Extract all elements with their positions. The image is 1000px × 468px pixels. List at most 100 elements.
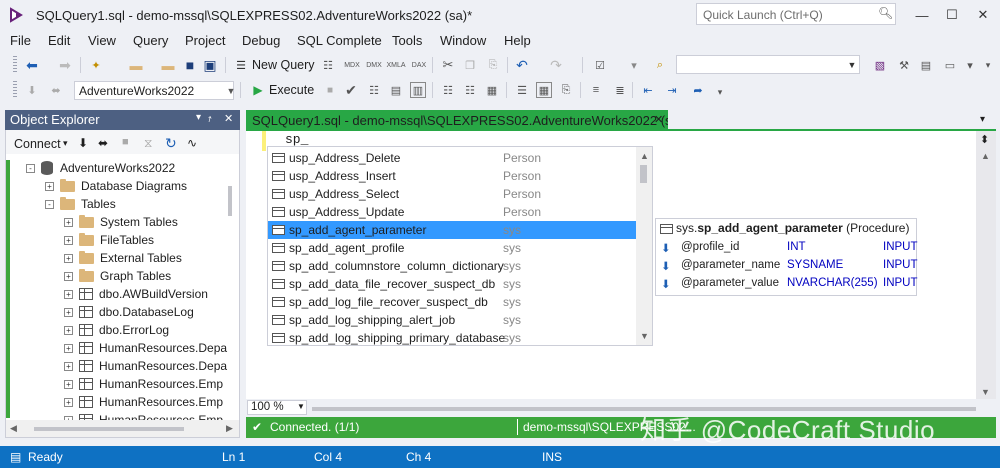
completion-item[interactable]: sp_add_columnstore_column_dictionary sys bbox=[268, 257, 636, 275]
tree-item[interactable]: + dbo.AWBuildVersion bbox=[64, 285, 208, 303]
completion-item-selected[interactable]: sp_add_agent_parameter sys bbox=[268, 221, 636, 239]
scroll-up-icon[interactable]: ▲ bbox=[640, 151, 649, 161]
tree-item[interactable]: + External Tables bbox=[64, 249, 182, 267]
stop-icon[interactable]: ■ bbox=[322, 82, 338, 98]
uncomment-icon[interactable]: ≣ bbox=[612, 82, 628, 98]
query-icon[interactable]: ☷ bbox=[320, 57, 336, 73]
collapse-icon[interactable]: - bbox=[45, 199, 54, 209]
comment-icon[interactable]: ≡ bbox=[588, 82, 604, 98]
scroll-left-icon[interactable]: ◀ bbox=[10, 423, 17, 434]
tree-item[interactable]: + HumanResources.Depa bbox=[64, 357, 227, 375]
completion-item[interactable]: usp_Address_Select Person bbox=[268, 185, 636, 203]
results-to-text-icon[interactable]: ☰ bbox=[514, 82, 530, 98]
maximize-button[interactable]: ☐ bbox=[935, 0, 969, 30]
tree-item[interactable]: + HumanResources.Depa bbox=[64, 339, 227, 357]
toolbar-grip[interactable] bbox=[13, 81, 17, 99]
menu-window[interactable]: Window bbox=[440, 33, 486, 48]
disconnect-icon[interactable]: ⬌ bbox=[98, 136, 108, 150]
scroll-right-icon[interactable]: ▶ bbox=[226, 423, 233, 434]
tree-item[interactable]: - AdventureWorks2022 bbox=[26, 159, 175, 177]
expand-icon[interactable]: + bbox=[64, 361, 73, 371]
scroll-thumb[interactable] bbox=[640, 165, 647, 183]
scroll-down-icon[interactable]: ▼ bbox=[640, 331, 649, 341]
editor-vertical-scrollbar[interactable]: ⬍ ▲ ▼ bbox=[976, 131, 996, 399]
decrease-indent-icon[interactable]: ⇤ bbox=[640, 82, 656, 98]
copy-icon[interactable]: ❐ bbox=[462, 57, 478, 73]
estimated-plan-icon[interactable]: ☷ bbox=[366, 82, 382, 98]
tree-item[interactable]: - Tables bbox=[45, 195, 116, 213]
pin-icon[interactable]: ⭎ bbox=[208, 112, 212, 125]
chevron-down-icon[interactable]: ▾ bbox=[196, 112, 201, 123]
execute-icon[interactable]: ▶ bbox=[250, 82, 266, 98]
completion-item[interactable]: sp_add_log_shipping_primary_database sys bbox=[268, 329, 636, 347]
menu-tools[interactable]: Tools bbox=[392, 33, 422, 48]
search-icon[interactable]: 🔍︎ bbox=[878, 6, 893, 20]
expand-icon[interactable]: + bbox=[64, 379, 73, 389]
dmx-query-icon[interactable]: DMX bbox=[366, 57, 382, 73]
new-query-button[interactable]: New Query bbox=[252, 58, 315, 72]
back-icon[interactable]: ⬅ bbox=[24, 57, 40, 73]
parse-icon[interactable]: ✔ bbox=[343, 82, 359, 98]
editor-text[interactable]: sp_ bbox=[285, 132, 308, 147]
menu-view[interactable]: View bbox=[88, 33, 116, 48]
expand-icon[interactable]: + bbox=[64, 253, 73, 263]
disconnect-icon[interactable]: ⬌ bbox=[48, 82, 64, 98]
tree-item[interactable]: + System Tables bbox=[64, 213, 178, 231]
menu-sql-complete[interactable]: SQL Complete bbox=[297, 33, 382, 48]
completion-scrollbar[interactable]: ▲ ▼ bbox=[636, 147, 652, 345]
open-file-icon[interactable]: ▬ bbox=[128, 57, 144, 73]
close-icon[interactable]: ✕ bbox=[224, 112, 233, 125]
redo-icon[interactable]: ↷ bbox=[548, 57, 564, 73]
forward-icon[interactable]: ➡ bbox=[57, 57, 73, 73]
object-explorer-vertical-scrollbar[interactable] bbox=[222, 160, 238, 418]
save-icon[interactable]: ■ bbox=[182, 57, 198, 73]
refresh-icon[interactable]: ↻ bbox=[165, 135, 177, 152]
chevron-down-icon[interactable]: ▼ bbox=[297, 402, 305, 411]
cut-icon[interactable]: ✂ bbox=[440, 57, 456, 73]
tree-item[interactable]: + Database Diagrams bbox=[45, 177, 187, 195]
expand-icon[interactable]: + bbox=[64, 289, 73, 299]
menu-file[interactable]: File bbox=[10, 33, 31, 48]
expand-icon[interactable]: + bbox=[64, 235, 73, 245]
tree-item[interactable]: + dbo.ErrorLog bbox=[64, 321, 169, 339]
tab-sqlquery1[interactable]: SQLQuery1.sql - demo-mssql\SQLEXPRESS02.… bbox=[246, 110, 688, 131]
paste-icon[interactable]: ⎘ bbox=[485, 57, 501, 73]
stop-icon[interactable]: ■ bbox=[122, 136, 129, 148]
increase-indent-icon[interactable]: ⇥ bbox=[664, 82, 680, 98]
live-stats-icon[interactable]: ☷ bbox=[462, 82, 478, 98]
object-explorer-horizontal-scrollbar[interactable]: ◀ ▶ bbox=[6, 420, 239, 437]
expand-icon[interactable]: + bbox=[45, 181, 54, 191]
chevron-down-icon[interactable]: ▼ bbox=[223, 83, 239, 99]
connect-icon[interactable]: ⬇ bbox=[78, 136, 88, 150]
save-all-icon[interactable]: ▣ bbox=[202, 57, 218, 73]
scroll-down-icon[interactable]: ▼ bbox=[981, 387, 990, 397]
chevron-down-icon[interactable]: ▼ bbox=[844, 57, 860, 73]
toolbar-grip[interactable] bbox=[13, 56, 17, 74]
connect-button[interactable]: Connect bbox=[14, 137, 61, 151]
expand-icon[interactable]: + bbox=[64, 307, 73, 317]
dropdown-icon[interactable]: ▾ bbox=[626, 57, 642, 73]
results-to-grid-icon[interactable]: ▦ bbox=[536, 82, 552, 98]
tree-item[interactable]: + dbo.DatabaseLog bbox=[64, 303, 194, 321]
expand-icon[interactable]: + bbox=[64, 217, 73, 227]
tab-close-icon[interactable]: ✕ bbox=[654, 113, 663, 126]
toolbar-overflow-icon[interactable]: ▾ bbox=[980, 57, 996, 73]
menu-project[interactable]: Project bbox=[185, 33, 225, 48]
tree-item[interactable]: + Graph Tables bbox=[64, 267, 171, 285]
completion-item[interactable]: sp_add_data_file_recover_suspect_db sys bbox=[268, 275, 636, 293]
expand-icon[interactable]: + bbox=[64, 343, 73, 353]
completion-item[interactable]: usp_Address_Delete Person bbox=[268, 149, 636, 167]
chevron-down-icon[interactable]: ▾ bbox=[63, 138, 68, 149]
scroll-up-icon[interactable]: ▲ bbox=[981, 151, 990, 161]
specify-values-icon[interactable]: ➦ bbox=[690, 82, 706, 98]
execute-button[interactable]: Execute bbox=[269, 83, 314, 97]
completion-item[interactable]: usp_Address_Update Person bbox=[268, 203, 636, 221]
completion-item[interactable]: usp_Address_Insert Person bbox=[268, 167, 636, 185]
find-icon[interactable]: ⌕ bbox=[652, 57, 668, 73]
tree-item[interactable]: + FileTables bbox=[64, 231, 154, 249]
xmla-query-icon[interactable]: XMLA bbox=[386, 57, 405, 73]
connect-icon[interactable]: ⬇ bbox=[24, 82, 40, 98]
database-selector[interactable]: AdventureWorks2022 bbox=[74, 81, 234, 100]
collapse-icon[interactable]: - bbox=[26, 163, 35, 173]
chevron-down-icon[interactable]: ▾ bbox=[980, 114, 985, 125]
